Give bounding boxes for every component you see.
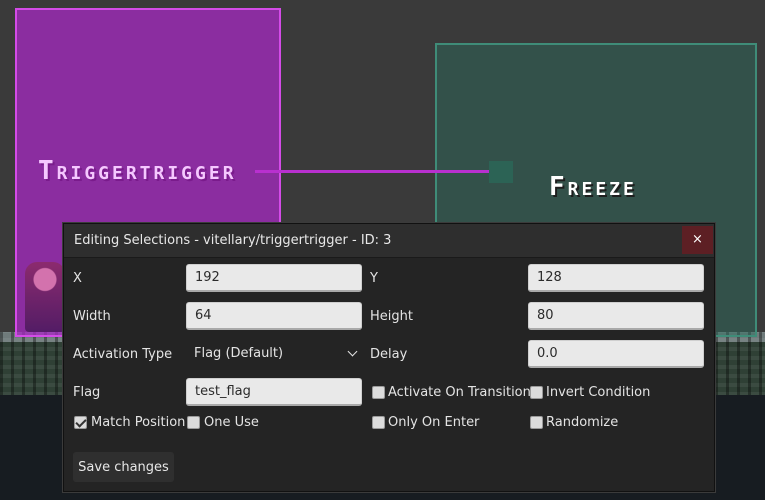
randomize-label: Randomize bbox=[546, 415, 619, 430]
close-button[interactable]: × bbox=[682, 226, 713, 254]
width-label: Width bbox=[73, 309, 111, 324]
x-input[interactable] bbox=[186, 264, 362, 292]
width-input[interactable] bbox=[186, 302, 362, 330]
trigger-link-line bbox=[255, 170, 500, 173]
x-label: X bbox=[73, 271, 82, 286]
invert-condition-label: Invert Condition bbox=[546, 385, 651, 400]
trigger-freeze-label: Freeze bbox=[549, 172, 637, 202]
match-position-checkbox[interactable] bbox=[74, 416, 87, 429]
height-label: Height bbox=[370, 309, 413, 324]
activate-on-transition-checkbox[interactable] bbox=[372, 386, 385, 399]
height-input[interactable] bbox=[528, 302, 704, 330]
y-label: Y bbox=[370, 271, 378, 286]
player-sprite bbox=[25, 262, 65, 332]
editing-selections-dialog: Editing Selections - vitellary/triggertr… bbox=[63, 223, 715, 492]
trigger-node-handle[interactable] bbox=[489, 161, 513, 183]
dialog-title: Editing Selections - vitellary/triggertr… bbox=[74, 233, 392, 248]
trigger-triggertrigger-label: Triggertrigger bbox=[38, 156, 237, 186]
activate-on-transition-label: Activate On Transition bbox=[388, 385, 531, 400]
flag-label: Flag bbox=[73, 385, 101, 400]
one-use-label: One Use bbox=[204, 415, 259, 430]
activation-type-label: Activation Type bbox=[73, 347, 173, 362]
only-on-enter-checkbox[interactable] bbox=[372, 416, 385, 429]
flag-input[interactable] bbox=[186, 378, 362, 406]
activation-type-value: Flag (Default) bbox=[194, 346, 284, 361]
match-position-label: Match Position bbox=[91, 415, 186, 430]
randomize-checkbox[interactable] bbox=[530, 416, 543, 429]
invert-condition-checkbox[interactable] bbox=[530, 386, 543, 399]
one-use-checkbox[interactable] bbox=[187, 416, 200, 429]
delay-input[interactable] bbox=[528, 340, 704, 368]
chevron-down-icon bbox=[347, 346, 358, 357]
only-on-enter-label: Only On Enter bbox=[388, 415, 480, 430]
activation-type-select[interactable]: Flag (Default) bbox=[186, 340, 362, 368]
dialog-header[interactable]: Editing Selections - vitellary/triggertr… bbox=[64, 224, 714, 258]
save-changes-button[interactable]: Save changes bbox=[73, 452, 174, 482]
y-input[interactable] bbox=[528, 264, 704, 292]
delay-label: Delay bbox=[370, 347, 408, 362]
